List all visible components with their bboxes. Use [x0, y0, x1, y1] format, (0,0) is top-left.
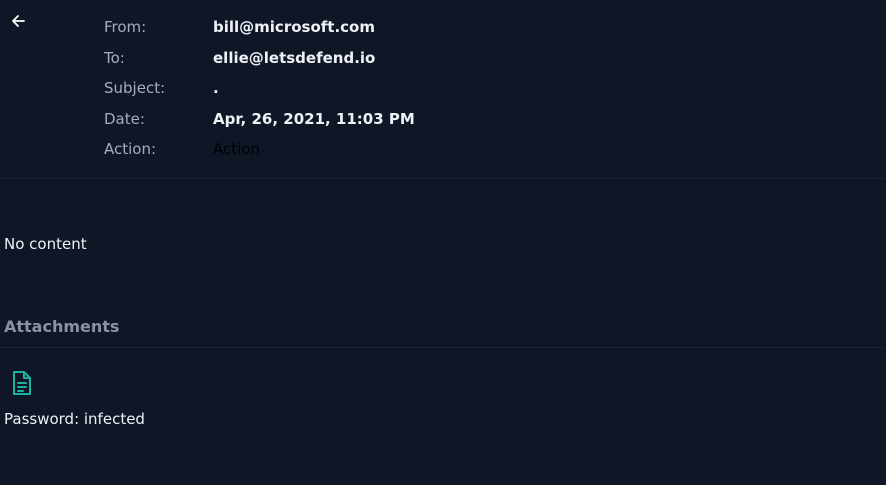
arrow-left-icon [12, 15, 25, 27]
date-value: Apr, 26, 2021, 11:03 PM [213, 109, 415, 128]
to-value: ellie@letsdefend.io [213, 48, 376, 67]
date-label: Date: [104, 109, 145, 128]
back-button[interactable] [7, 10, 29, 32]
action-value[interactable]: Action [213, 140, 260, 158]
email-body: No content [4, 235, 87, 253]
subject-row: Subject: . [104, 73, 415, 104]
attachments-divider [0, 347, 886, 348]
to-label: To: [104, 48, 125, 67]
date-row: Date: Apr, 26, 2021, 11:03 PM [104, 104, 415, 135]
action-label: Action: [104, 140, 157, 159]
from-row: From: bill@microsoft.com [104, 12, 415, 43]
subject-value: . [213, 79, 219, 98]
attachment-file-button[interactable] [11, 370, 33, 396]
file-document-icon [13, 371, 31, 395]
from-value: bill@microsoft.com [213, 18, 375, 37]
from-label: From: [104, 18, 147, 37]
attachment-password-note: Password: infected [4, 410, 145, 428]
email-view: From: bill@microsoft.com To: ellie@letsd… [0, 0, 886, 485]
email-headers: From: bill@microsoft.com To: ellie@letsd… [104, 12, 415, 165]
header-divider [0, 178, 886, 179]
attachments-heading: Attachments [4, 317, 120, 336]
action-row: Action: Action [104, 134, 415, 165]
to-row: To: ellie@letsdefend.io [104, 43, 415, 74]
subject-label: Subject: [104, 79, 166, 98]
